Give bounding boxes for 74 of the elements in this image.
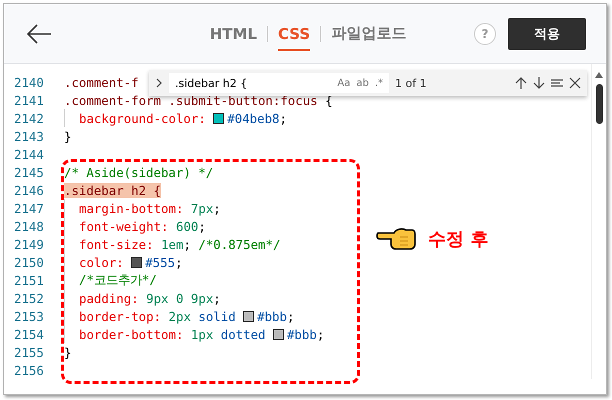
line-number: 2153 bbox=[13, 308, 45, 324]
code-token: #bbb bbox=[257, 308, 287, 324]
code-token: margin-bottom: bbox=[79, 200, 184, 216]
arrow-down-icon[interactable] bbox=[533, 77, 545, 89]
line-number: 2145 bbox=[13, 164, 45, 180]
line-number: 2143 bbox=[13, 128, 45, 144]
code-token: #bbb bbox=[286, 326, 317, 342]
code-token: ; bbox=[213, 200, 221, 216]
find-option[interactable]: ab bbox=[356, 78, 369, 88]
code-token: 1px bbox=[190, 326, 214, 342]
code-token: #04beb8 bbox=[227, 110, 280, 126]
line-number: 2140 bbox=[13, 74, 45, 90]
code-token: .sidebar h2 { bbox=[64, 182, 161, 198]
code-token: /*코드추가*/ bbox=[79, 272, 157, 288]
line-number: 2156 bbox=[13, 362, 45, 378]
code-token: 9px 0 9px bbox=[146, 290, 214, 306]
chevron-icon[interactable] bbox=[155, 78, 163, 88]
code-token: /* Aside(sidebar) */ bbox=[64, 164, 214, 180]
line-number: 2144 bbox=[13, 146, 45, 162]
code-token: solid bbox=[198, 308, 237, 324]
line-number: 2155 bbox=[13, 344, 45, 360]
close-icon[interactable] bbox=[569, 77, 581, 89]
code-token: ; bbox=[183, 236, 192, 252]
line-number: 2150 bbox=[13, 254, 45, 270]
code-token: #555 bbox=[145, 254, 176, 270]
code-token: ; bbox=[213, 290, 221, 306]
code-token: dotted bbox=[220, 326, 267, 342]
menu-icon[interactable] bbox=[551, 77, 563, 89]
line-number: 2154 bbox=[13, 326, 45, 342]
arrow-up-icon[interactable] bbox=[515, 77, 527, 89]
code-token: 7px bbox=[190, 200, 214, 216]
back-arrow-icon[interactable] bbox=[26, 22, 52, 44]
code-token: 1em bbox=[161, 236, 184, 252]
code-token: ; bbox=[280, 110, 287, 126]
code-token: ; bbox=[175, 254, 183, 270]
code-token: ; bbox=[286, 308, 294, 324]
help-button[interactable]: ? bbox=[474, 22, 496, 44]
editor-tab[interactable]: CSS bbox=[278, 16, 310, 50]
editor-tab[interactable]: HTML bbox=[210, 16, 258, 50]
code-token: { bbox=[325, 92, 333, 108]
code-token: 2px bbox=[168, 308, 192, 324]
find-field[interactable]: .sidebar h2 { Aa ab .* bbox=[169, 73, 389, 93]
code-token: 600 bbox=[176, 218, 198, 234]
code-token: padding: bbox=[79, 290, 140, 306]
code-token: .comment-form .submit-button:focus bbox=[64, 92, 319, 108]
code-token: font-size: bbox=[79, 236, 155, 252]
line-number: 2141 bbox=[13, 92, 45, 108]
code-token: color: bbox=[79, 254, 125, 270]
code-token: } bbox=[64, 128, 72, 144]
code-token: border-bottom: bbox=[79, 326, 184, 342]
line-number: 2151 bbox=[13, 272, 45, 288]
line-number: 2152 bbox=[13, 290, 45, 306]
pointing-hand-icon bbox=[376, 227, 416, 251]
editor-tab[interactable]: 파일업로드 bbox=[331, 16, 406, 51]
match-count: 1 of 1 bbox=[395, 76, 427, 90]
code-token: ; bbox=[198, 218, 206, 234]
code-token: .comment-f bbox=[64, 74, 139, 90]
line-number: 2148 bbox=[13, 218, 45, 234]
line-number: 2149 bbox=[13, 236, 45, 252]
code-token: ; bbox=[316, 326, 324, 342]
find-option[interactable]: .* bbox=[374, 78, 383, 88]
scroll-up-icon[interactable] bbox=[595, 72, 603, 78]
code-token: } bbox=[64, 344, 72, 360]
code-token: /*0.875em*/ bbox=[198, 236, 280, 252]
code-token: font-weight: bbox=[79, 218, 170, 234]
code-token: background-color: bbox=[79, 110, 207, 126]
line-number: 2142 bbox=[13, 110, 45, 126]
line-number: 2146 bbox=[13, 182, 45, 198]
code-token: border-top: bbox=[79, 308, 162, 324]
apply-button[interactable]: 적용 bbox=[508, 18, 586, 50]
annotation-label: 수정 후 bbox=[428, 228, 488, 251]
scrollbar-thumb[interactable] bbox=[596, 84, 602, 124]
find-option[interactable]: Aa bbox=[337, 78, 350, 88]
line-number: 2147 bbox=[13, 200, 45, 216]
